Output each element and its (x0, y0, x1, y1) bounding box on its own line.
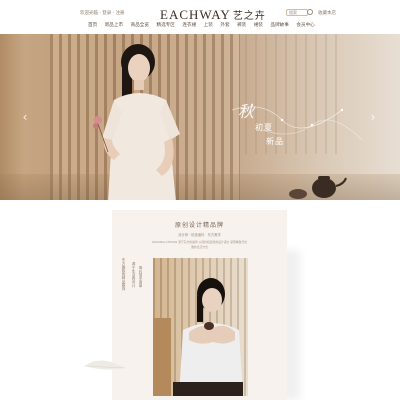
nav-item[interactable]: 新品上市 (105, 22, 123, 28)
nav-item[interactable]: 连衣裙 (182, 22, 196, 28)
brand-name-cn: 艺之卉 (232, 11, 266, 22)
nav-item[interactable]: 商品全览 (131, 22, 149, 28)
model-figure (93, 44, 180, 200)
card-title: 原创设计精品牌 (174, 222, 224, 229)
feather-decoration (84, 360, 126, 370)
search-icon[interactable] (307, 9, 313, 15)
carousel-next-button[interactable]: › (368, 110, 378, 124)
nav-item[interactable]: 裤装 (237, 22, 246, 28)
vertical-tagline: 源于生活的设计 (132, 262, 136, 288)
card-subtitle: 设计师 · 精选面料 · 东方美学 (178, 233, 221, 237)
brand-logo[interactable]: EACHWAY 艺之卉 (160, 7, 266, 23)
main-nav: 首页 新品上市 商品全览 精选专区 连衣裙 上装 外套 裤装 裙装 品牌故事 会… (88, 22, 315, 28)
nav-item[interactable]: 裙装 (254, 22, 263, 28)
top-header: 欢迎光临 · 登录 · 注册 EACHWAY 艺之卉 搜索 收藏本店 首页 新品上… (0, 0, 400, 34)
vertical-tagline: 简约而不简单 (139, 266, 143, 288)
nav-item[interactable]: 首页 (88, 22, 97, 28)
lifestyle-photo[interactable] (153, 258, 248, 396)
hero-title: 秋 (238, 102, 255, 121)
hero-banner[interactable]: 秋 初夏 新品 ‹ › (0, 34, 400, 200)
nav-item[interactable]: 外套 (220, 22, 229, 28)
teapot-decoration (289, 176, 347, 199)
nav-item[interactable]: 品牌故事 (270, 22, 288, 28)
hero-subtitle: 初夏 (255, 123, 273, 132)
nav-item[interactable]: 上装 (204, 22, 213, 28)
welcome-links[interactable]: 欢迎光临 · 登录 · 注册 (80, 10, 125, 16)
brand-name: EACHWAY (160, 7, 231, 22)
search-input[interactable]: 搜索 (286, 9, 308, 16)
favorite-link[interactable]: 收藏本店 (318, 10, 336, 16)
hero-subtitle-2: 新品 (266, 137, 284, 146)
model-with-tea-figure (153, 278, 243, 396)
card-paragraph: ORIGINAL DESIGN 源于东方的美学 以简约和自然的设计语言 呈现精致… (152, 240, 247, 249)
vertical-tagline: 东方雅致的精品服饰 (122, 258, 126, 291)
carousel-prev-button[interactable]: ‹ (20, 110, 30, 124)
nav-item[interactable]: 精选专区 (156, 22, 174, 28)
search-placeholder: 搜索 (289, 10, 297, 15)
nav-item[interactable]: 会员中心 (296, 22, 314, 28)
